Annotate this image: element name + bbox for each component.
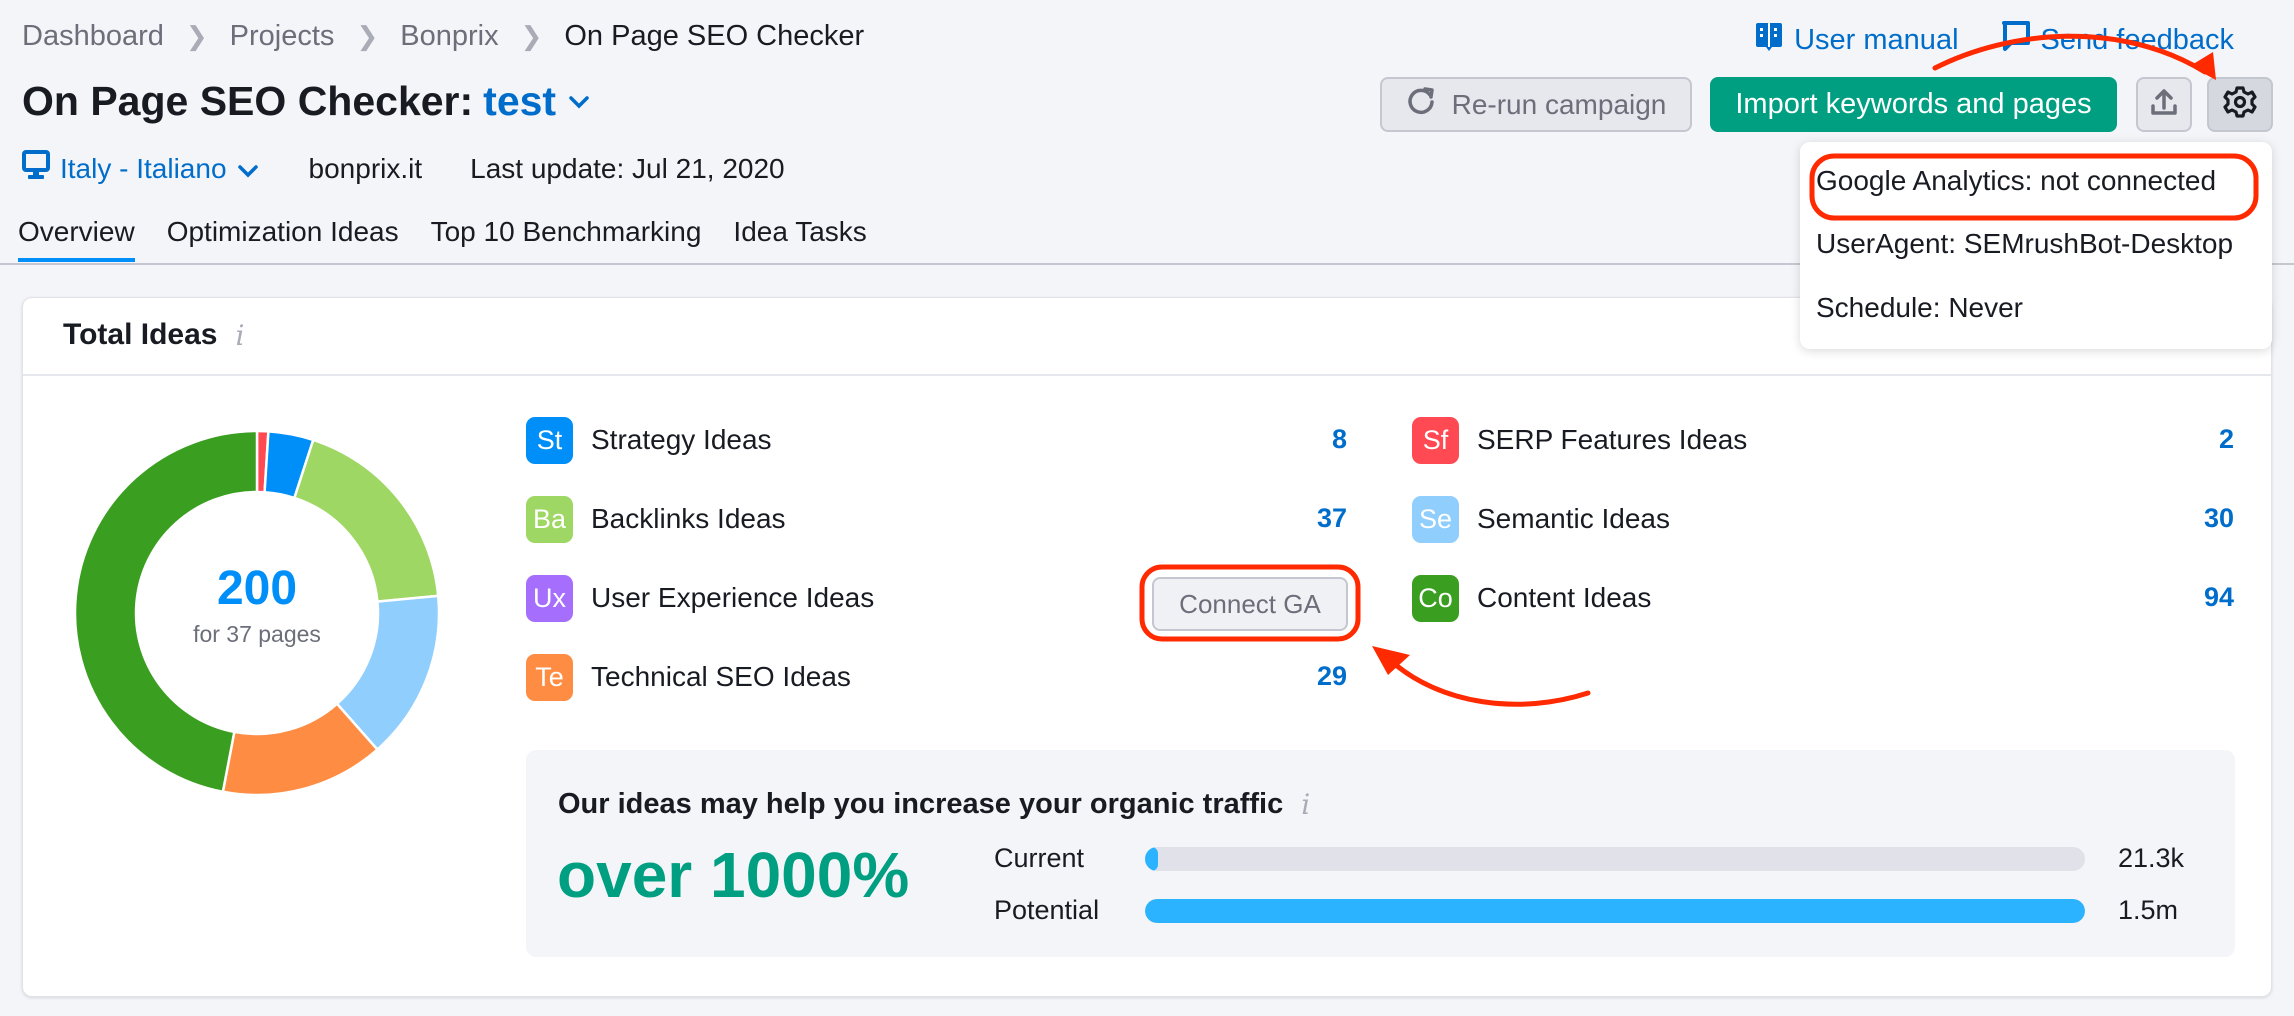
info-icon[interactable]: i [1301,788,1310,821]
card-title-text: Total Ideas [63,318,218,351]
idea-row-serp-features[interactable]: Sf SERP Features Ideas [1412,416,1747,464]
rerun-campaign-button[interactable]: Re-run campaign [1380,77,1692,132]
donut-subtitle: for 37 pages [193,621,321,647]
page-title: On Page SEO Checker: test [22,78,590,125]
locale-selector[interactable]: Italy - Italiano [22,150,259,187]
tab-optimization-ideas[interactable]: Optimization Ideas [167,216,399,260]
send-feedback-label: Send feedback [2040,23,2234,56]
current-label: Current [994,843,1085,873]
traffic-title-text: Our ideas may help you increase your org… [558,788,1284,820]
chevron-right-icon: ❯ [520,21,543,51]
idea-count-content[interactable]: 94 [2134,582,2234,613]
idea-count-semantic[interactable]: 30 [2134,503,2234,534]
semantic-badge-icon: Se [1412,495,1459,543]
donut-center: 200 for 37 pages [74,565,440,648]
menu-item-schedule[interactable]: Schedule: Never [1816,292,2023,324]
idea-count-technical-seo[interactable]: 29 [1247,661,1347,692]
potential-value: 1.5m [2118,895,2179,925]
breadcrumb-bonprix[interactable]: Bonprix [400,20,498,53]
current-bar [1145,847,2085,871]
export-button[interactable] [2136,77,2192,132]
book-icon [1754,20,1784,60]
menu-item-useragent[interactable]: UserAgent: SEMrushBot-Desktop [1816,228,2233,260]
idea-label: User Experience Ideas [591,582,875,613]
breadcrumb-projects[interactable]: Projects [230,20,335,53]
card-title: Total Ideas i [63,318,244,352]
traffic-increase: over 1000% [557,839,910,911]
user-experience-badge-icon: Ux [526,574,573,622]
idea-row-strategy[interactable]: St Strategy Ideas [526,416,772,464]
header-links: User manual Send feedback [1754,20,2234,60]
chevron-right-icon: ❯ [185,21,208,51]
user-manual-label: User manual [1794,23,1959,56]
tab-top-10-benchmarking[interactable]: Top 10 Benchmarking [431,216,702,260]
idea-label: Strategy Ideas [591,424,772,455]
technical-seo-badge-icon: Te [526,653,573,701]
chevron-down-icon[interactable] [568,95,590,109]
upload-icon [2149,87,2179,122]
send-feedback-link[interactable]: Send feedback [2001,20,2234,60]
refresh-icon [1406,86,1436,123]
gear-icon [2223,85,2257,124]
idea-count-strategy[interactable]: 8 [1247,424,1347,455]
user-manual-link[interactable]: User manual [1754,20,1959,60]
idea-label: Semantic Ideas [1477,503,1670,534]
idea-label: Content Ideas [1477,582,1652,613]
idea-label: Backlinks Ideas [591,503,786,534]
locale-label: Italy - Italiano [60,152,227,184]
backlinks-badge-icon: Ba [526,495,573,543]
idea-row-user-experience[interactable]: Ux User Experience Ideas [526,574,874,622]
idea-row-content[interactable]: Co Content Ideas [1412,574,1651,622]
breadcrumb: Dashboard ❯ Projects ❯ Bonprix ❯ On Page… [22,20,864,53]
rerun-campaign-label: Re-run campaign [1451,88,1667,120]
tabs: Overview Optimization Ideas Top 10 Bench… [18,216,867,262]
breadcrumb-current: On Page SEO Checker [564,20,865,52]
traffic-title: Our ideas may help you increase your org… [558,788,1310,821]
idea-count-serp-features[interactable]: 2 [2134,424,2234,455]
import-keywords-button[interactable]: Import keywords and pages [1710,77,2117,132]
idea-row-backlinks[interactable]: Ba Backlinks Ideas [526,495,786,543]
strategy-badge-icon: St [526,416,573,464]
chevron-right-icon: ❯ [356,21,379,51]
menu-item-google-analytics[interactable]: Google Analytics: not connected [1816,165,2216,197]
tab-overview[interactable]: Overview [18,216,135,262]
domain-label: bonprix.it [308,152,423,184]
content-badge-icon: Co [1412,574,1459,622]
serp-features-badge-icon: Sf [1412,416,1459,464]
potential-label: Potential [994,895,1100,925]
chevron-down-icon [237,153,259,185]
potential-bar [1145,899,2085,923]
idea-label: Technical SEO Ideas [591,661,851,692]
card-divider [23,374,2271,376]
tab-idea-tasks[interactable]: Idea Tasks [733,216,866,260]
desktop-icon [22,150,50,187]
idea-row-technical-seo[interactable]: Te Technical SEO Ideas [526,653,851,701]
idea-label: SERP Features Ideas [1477,424,1748,455]
donut-total: 200 [216,562,298,615]
meta-row: Italy - Italiano bonprix.it Last update:… [22,150,785,187]
page-title-prefix: On Page SEO Checker: [22,78,474,124]
breadcrumb-dashboard[interactable]: Dashboard [22,20,164,53]
settings-button[interactable] [2207,77,2273,132]
idea-row-semantic[interactable]: Se Semantic Ideas [1412,495,1670,543]
project-selector[interactable]: test [483,78,556,125]
last-update-label: Last update: Jul 21, 2020 [470,152,785,184]
chat-bubble-icon [2001,20,2031,60]
idea-count-backlinks[interactable]: 37 [1247,503,1347,534]
connect-ga-button[interactable]: Connect GA [1152,577,1348,631]
current-value: 21.3k [2118,843,2185,873]
potential-bar-fill [1145,899,2085,923]
info-icon[interactable]: i [235,319,244,352]
